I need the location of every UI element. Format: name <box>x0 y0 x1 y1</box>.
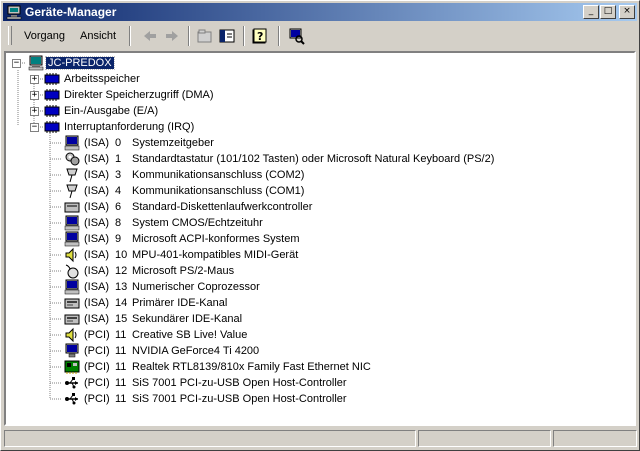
toolbar-separator <box>129 26 131 46</box>
ide-controller-icon <box>64 314 80 325</box>
irq-device-name: Systemzeitgeber <box>132 137 214 149</box>
window-title: Geräte-Manager <box>25 5 117 19</box>
device-manager-icon <box>6 5 22 20</box>
irq-device-name: Numerischer Coprozessor <box>132 281 260 293</box>
irq-device-name: MPU-401-kompatibles MIDI-Gerät <box>132 249 299 261</box>
status-pane-3 <box>553 430 637 447</box>
irq-bus: (ISA) <box>84 249 110 261</box>
irq-bus: (ISA) <box>84 297 110 309</box>
menu-vorgang[interactable]: Vorgang <box>24 30 65 42</box>
irq-bus: (ISA) <box>84 153 110 165</box>
irq-bus: (PCI) <box>84 329 110 341</box>
port-icon <box>66 184 78 199</box>
irq-device-name: Primärer IDE-Kanal <box>132 297 228 309</box>
irq-bus: (ISA) <box>84 217 110 229</box>
speaker-icon <box>65 247 77 263</box>
memory-chip-icon <box>44 73 60 85</box>
system-device-icon <box>64 231 80 247</box>
console-tree-icon[interactable] <box>218 27 236 45</box>
irq-device-name: Microsoft PS/2-Maus <box>132 265 235 277</box>
network-card-icon <box>64 360 80 374</box>
irq-device-name: SiS 7001 PCI-zu-USB Open Host-Controller <box>132 393 347 405</box>
device-tree[interactable]: − JC-PREDOX + Arbeitsspeicher + Direkter Sp… <box>4 51 636 426</box>
irq-device-name: Kommunikationsanschluss (COM2) <box>132 169 305 181</box>
port-icon <box>66 168 78 183</box>
toolbar-separator <box>243 26 245 46</box>
svg-text:?: ? <box>257 30 263 43</box>
collapse-toggle[interactable]: − <box>30 123 39 132</box>
irq-bus: (ISA) <box>84 185 110 197</box>
collapse-toggle[interactable]: − <box>12 59 21 68</box>
properties-icon[interactable] <box>196 27 214 45</box>
irq-device-name: Realtek RTL8139/810x Family Fast Etherne… <box>132 361 371 373</box>
mouse-icon <box>65 264 79 279</box>
expand-toggle[interactable]: + <box>30 107 39 116</box>
toolbar-separator <box>188 26 190 46</box>
irq-bus: (PCI) <box>84 377 110 389</box>
irq-bus: (ISA) <box>84 281 110 293</box>
irq-device-name: System CMOS/Echtzeituhr <box>132 217 263 229</box>
speaker-icon <box>65 327 77 343</box>
floppy-controller-icon <box>64 202 80 213</box>
help-icon[interactable]: ? <box>251 27 269 45</box>
forward-arrow-icon[interactable] <box>163 27 181 45</box>
scan-hardware-icon[interactable] <box>288 27 306 45</box>
category-label: Arbeitsspeicher <box>64 73 140 85</box>
irq-device-name: SiS 7001 PCI-zu-USB Open Host-Controller <box>132 377 347 389</box>
expand-toggle[interactable]: + <box>30 91 39 100</box>
back-arrow-icon[interactable] <box>141 27 159 45</box>
category-label: Interruptanforderung (IRQ) <box>64 121 195 133</box>
minimize-button[interactable]: _ <box>583 5 599 19</box>
memory-chip-icon <box>44 89 60 101</box>
irq-bus: (ISA) <box>84 169 110 181</box>
ide-controller-icon <box>64 298 80 309</box>
status-pane-1 <box>4 430 416 447</box>
close-button[interactable]: × <box>619 5 635 19</box>
irq-bus: (PCI) <box>84 393 110 405</box>
system-device-icon <box>64 135 80 151</box>
computer-icon <box>28 55 44 71</box>
system-device-icon <box>64 215 80 231</box>
system-device-icon <box>64 279 80 295</box>
memory-chip-icon <box>44 105 60 117</box>
irq-bus: (ISA) <box>84 313 110 325</box>
irq-device-name: Standard-Diskettenlaufwerkcontroller <box>132 201 313 213</box>
irq-device-name: Sekundärer IDE-Kanal <box>132 313 243 325</box>
irq-bus: (PCI) <box>84 361 110 373</box>
keyboard-icon <box>65 152 80 166</box>
usb-icon <box>65 377 78 389</box>
category-label: Direkter Speicherzugriff (DMA) <box>64 89 214 101</box>
irq-bus: (ISA) <box>84 265 110 277</box>
expand-toggle[interactable]: + <box>30 75 39 84</box>
category-label: Ein-/Ausgabe (E/A) <box>64 105 159 117</box>
device-manager-window: Geräte-Manager _ □ × Vorgang Ansicht ? −… <box>0 0 640 451</box>
usb-icon <box>65 393 78 405</box>
maximize-button[interactable]: □ <box>600 5 616 19</box>
irq-device-name: NVIDIA GeForce4 Ti 4200 <box>132 345 260 357</box>
menu-ansicht[interactable]: Ansicht <box>80 30 116 42</box>
title-bar[interactable]: Geräte-Manager _ □ × <box>3 3 637 21</box>
display-adapter-icon <box>65 343 79 358</box>
menu-grip[interactable] <box>8 26 12 45</box>
memory-chip-icon <box>44 121 60 133</box>
irq-device-name: Standardtastatur (101/102 Tasten) oder M… <box>132 153 495 165</box>
irq-bus: (PCI) <box>84 345 110 357</box>
irq-device-name: Kommunikationsanschluss (COM1) <box>132 185 305 197</box>
irq-bus: (ISA) <box>84 233 110 245</box>
menu-toolbar: Vorgang Ansicht ? <box>3 22 637 50</box>
irq-device-name: Microsoft ACPI-konformes System <box>132 233 300 245</box>
root-computer-label: JC-PREDOX <box>45 56 115 70</box>
status-pane-2 <box>418 430 551 447</box>
toolbar-separator <box>278 26 280 46</box>
irq-bus: (ISA) <box>84 201 110 213</box>
irq-bus: (ISA) <box>84 137 110 149</box>
irq-device-name: Creative SB Live! Value <box>132 329 248 341</box>
